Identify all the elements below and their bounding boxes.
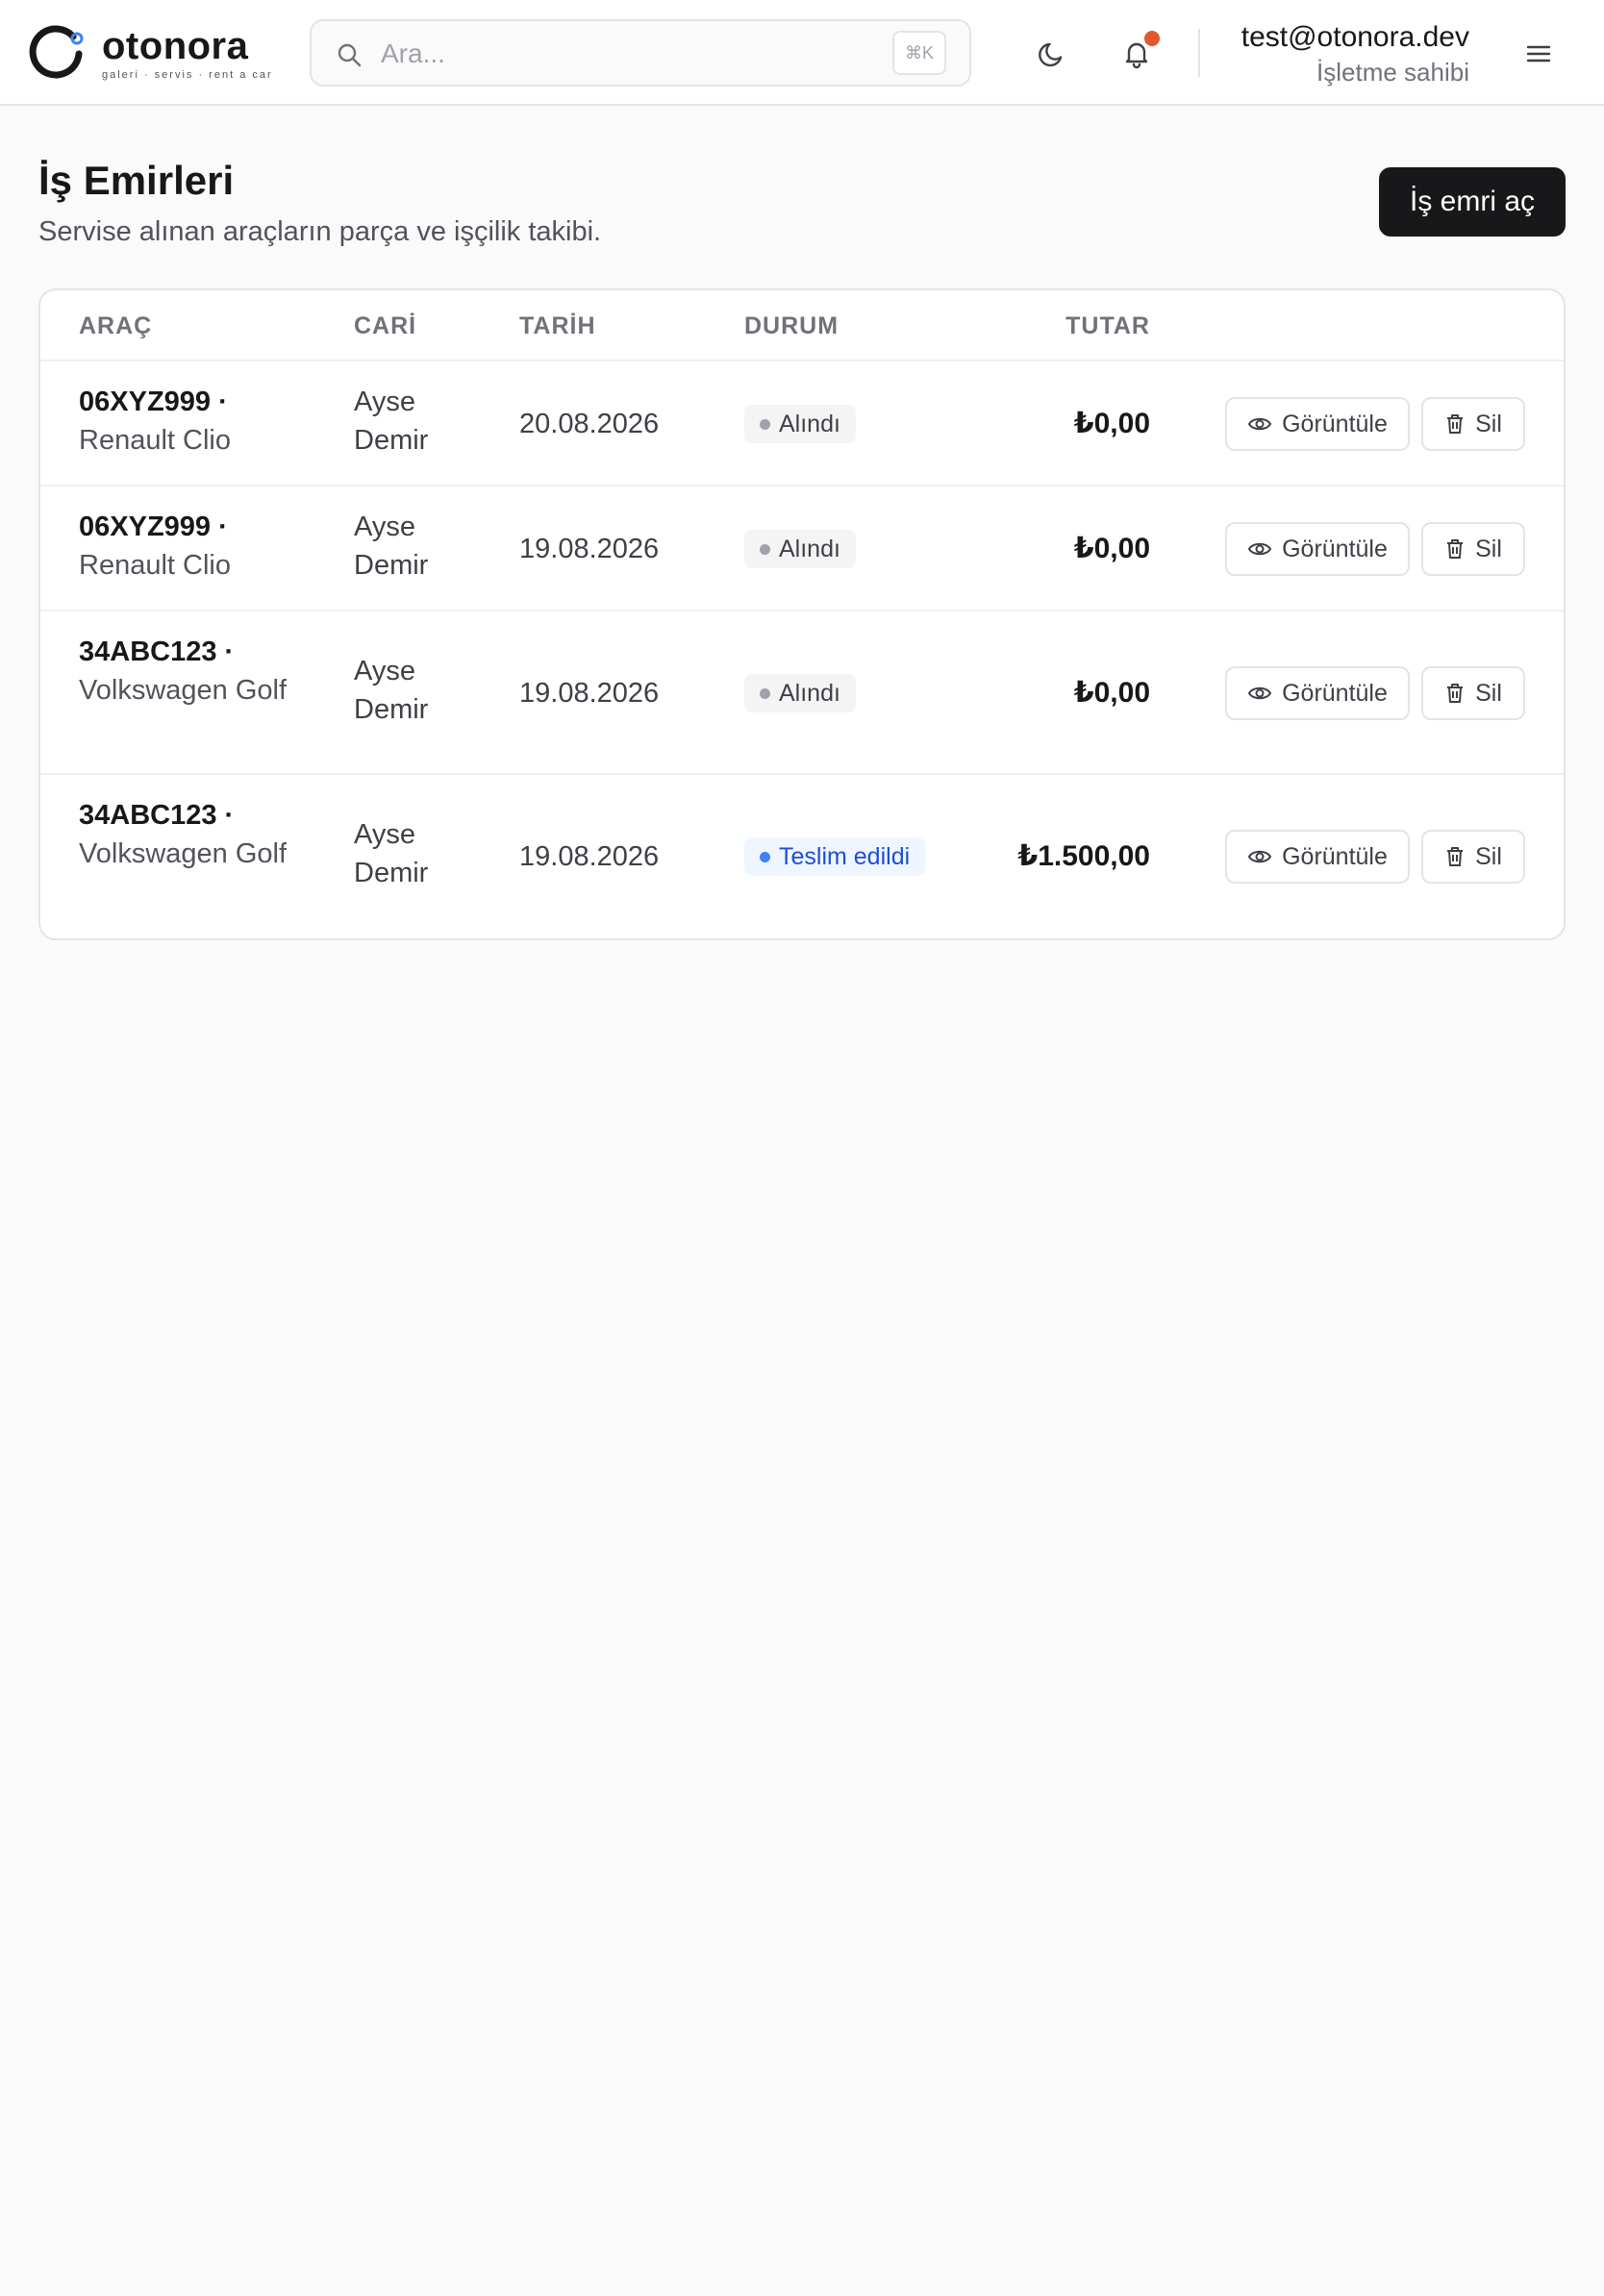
delete-button-label: Sil <box>1475 679 1502 707</box>
menu-button[interactable] <box>1512 27 1566 81</box>
trash-icon <box>1447 684 1464 703</box>
account-name: Ayse Demir <box>354 512 429 581</box>
eye-icon <box>1247 542 1272 556</box>
logo-tagline: galeri · servis · rent a car <box>102 69 273 81</box>
view-button[interactable]: Görüntüle <box>1225 397 1410 451</box>
eye-icon <box>1247 850 1272 863</box>
work-orders-table: ARAÇ CARİ TARİH DURUM TUTAR 06XYZ999 · R… <box>38 288 1566 940</box>
notification-badge <box>1144 31 1160 46</box>
account-name: Ayse Demir <box>354 819 429 888</box>
view-button[interactable]: Görüntüle <box>1225 830 1410 884</box>
vehicle-model: Renault Clio <box>79 550 231 581</box>
view-button-label: Görüntüle <box>1282 535 1388 562</box>
open-work-order-button[interactable]: İş emri aç <box>1379 167 1566 237</box>
vehicle-plate: 06XYZ999 · <box>79 512 228 542</box>
status-label: Alındı <box>779 411 840 437</box>
column-header-amount[interactable]: TUTAR <box>1065 312 1150 340</box>
search-icon <box>338 43 362 67</box>
order-amount: ₺0,00 <box>1073 408 1150 439</box>
vehicle-cell: 06XYZ999 · Renault Clio <box>79 508 300 585</box>
page-title: İş Emirleri <box>38 158 235 203</box>
delete-button[interactable]: Sil <box>1421 830 1525 884</box>
account-name: Ayse Demir <box>354 387 429 456</box>
delete-button-label: Sil <box>1475 410 1502 437</box>
page-subtitle: Servise alınan araçların parça ve işçili… <box>38 216 602 247</box>
view-button-label: Görüntüle <box>1282 842 1388 870</box>
column-header-date[interactable]: TARİH <box>519 312 596 340</box>
order-amount: ₺0,00 <box>1073 677 1150 709</box>
top-bar: otonora galeri · servis · rent a car ⌘K … <box>0 0 1604 106</box>
search-shortcut-badge: ⌘K <box>892 31 946 75</box>
hamburger-menu-icon <box>1526 45 1551 62</box>
vehicle-cell: 06XYZ999 · Renault Clio <box>79 383 300 460</box>
status-label: Teslim edildi <box>779 843 911 870</box>
logo-mark-icon <box>29 25 84 79</box>
order-date: 19.08.2026 <box>519 534 660 564</box>
order-amount: ₺0,00 <box>1073 533 1150 564</box>
vehicle-plate: 34ABC123 · <box>79 636 235 667</box>
user-email: test@otonora.dev <box>1241 21 1469 53</box>
status-dot-icon <box>760 852 770 862</box>
search-box[interactable]: ⌘K <box>310 19 971 87</box>
table-row[interactable]: 06XYZ999 · Renault Clio Ayse Demir 19.08… <box>40 487 1564 611</box>
order-date: 20.08.2026 <box>519 409 660 439</box>
user-menu[interactable]: test@otonora.dev İşletme sahibi <box>1241 19 1469 88</box>
status-badge: Teslim edildi <box>744 837 926 876</box>
vehicle-plate: 34ABC123 · <box>79 800 235 831</box>
vehicle-model: Volkswagen Golf <box>79 838 288 869</box>
table-row[interactable]: 06XYZ999 · Renault Clio Ayse Demir 20.08… <box>40 362 1564 487</box>
delete-button-label: Sil <box>1475 842 1502 870</box>
status-label: Alındı <box>779 536 840 562</box>
trash-icon <box>1447 539 1464 559</box>
trash-icon <box>1447 847 1464 866</box>
header-divider <box>1198 29 1200 77</box>
delete-button[interactable]: Sil <box>1421 397 1525 451</box>
view-button-label: Görüntüle <box>1282 410 1388 437</box>
order-amount: ₺1.500,00 <box>1017 840 1150 872</box>
order-date: 19.08.2026 <box>519 678 660 709</box>
delete-button[interactable]: Sil <box>1421 522 1525 576</box>
delete-button-label: Sil <box>1475 535 1502 562</box>
logo-name: otonora <box>102 25 249 67</box>
table-header: ARAÇ CARİ TARİH DURUM TUTAR <box>40 290 1564 362</box>
delete-button[interactable]: Sil <box>1421 666 1525 720</box>
vehicle-cell: 34ABC123 · Volkswagen Golf <box>79 796 300 873</box>
column-header-account[interactable]: CARİ <box>354 312 416 340</box>
status-dot-icon <box>760 419 770 430</box>
eye-icon <box>1247 417 1272 431</box>
vehicle-model: Volkswagen Golf <box>79 675 288 706</box>
status-badge: Alındı <box>744 530 856 568</box>
account-name: Ayse Demir <box>354 656 429 725</box>
moon-icon <box>1039 42 1063 67</box>
logo[interactable]: otonora galeri · servis · rent a car <box>29 23 273 85</box>
status-dot-icon <box>760 688 770 699</box>
status-label: Alındı <box>779 680 840 707</box>
status-badge: Alındı <box>744 405 856 443</box>
eye-icon <box>1247 686 1272 700</box>
search-input[interactable] <box>379 33 883 75</box>
theme-toggle-button[interactable] <box>1025 27 1079 81</box>
table-row[interactable]: 34ABC123 · Volkswagen Golf Ayse Demir 19… <box>40 775 1564 938</box>
status-badge: Alındı <box>744 674 856 712</box>
table-row[interactable]: 34ABC123 · Volkswagen Golf Ayse Demir 19… <box>40 611 1564 775</box>
column-header-vehicle[interactable]: ARAÇ <box>79 312 152 340</box>
view-button-label: Görüntüle <box>1282 679 1388 707</box>
vehicle-plate: 06XYZ999 · <box>79 387 228 417</box>
user-role: İşletme sahibi <box>1316 58 1469 87</box>
vehicle-cell: 34ABC123 · Volkswagen Golf <box>79 633 300 710</box>
column-header-status[interactable]: DURUM <box>744 312 839 340</box>
view-button[interactable]: Görüntüle <box>1225 666 1410 720</box>
view-button[interactable]: Görüntüle <box>1225 522 1410 576</box>
status-dot-icon <box>760 544 770 555</box>
vehicle-model: Renault Clio <box>79 425 231 456</box>
trash-icon <box>1447 414 1464 434</box>
order-date: 19.08.2026 <box>519 841 660 872</box>
